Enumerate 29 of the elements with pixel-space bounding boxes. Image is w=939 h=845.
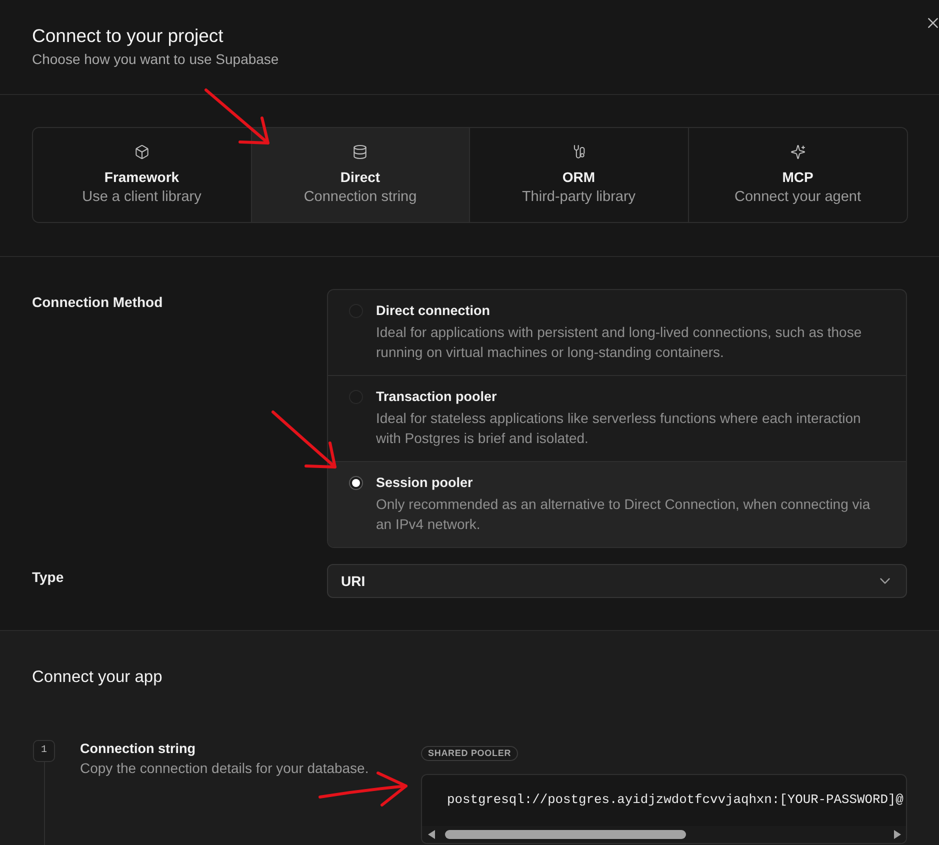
database-icon bbox=[353, 145, 368, 159]
annotation-arrow bbox=[203, 87, 271, 147]
chevron-down-icon[interactable] bbox=[880, 578, 890, 584]
close-icon[interactable] bbox=[928, 18, 938, 28]
scroll-left-icon[interactable] bbox=[428, 830, 435, 839]
radio-option[interactable]: Session pooler Only recommended as an alternative to Direct Connection, when connecting via an IPv4 network. bbox=[328, 461, 906, 547]
scrollbar-thumb[interactable] bbox=[445, 830, 686, 839]
step-number: 1 bbox=[33, 740, 55, 762]
field-label: Connection Method bbox=[32, 294, 163, 310]
dialog-title: Connect to your project bbox=[32, 25, 224, 47]
tab[interactable]: ORM Third-party library bbox=[470, 128, 688, 222]
step-description: Copy the connection details for your database. bbox=[80, 759, 369, 778]
horizontal-scrollbar[interactable] bbox=[422, 826, 906, 843]
field-label: Type bbox=[32, 569, 64, 585]
type-select[interactable]: URI bbox=[327, 564, 907, 598]
dialog-subtitle: Choose how you want to use Supabase bbox=[32, 51, 279, 67]
radio-icon[interactable] bbox=[349, 476, 363, 490]
cube-icon bbox=[134, 145, 149, 159]
sparkles-icon bbox=[790, 145, 805, 159]
section-title: Connect your app bbox=[32, 668, 162, 687]
tab[interactable]: MCP Connect your agent bbox=[688, 128, 907, 222]
radio-option[interactable]: Direct connection Ideal for applications with persistent and long-lived connections, such as those running on virtual machines or long-standing containers. bbox=[328, 290, 906, 375]
tab[interactable]: Direct Connection string bbox=[252, 128, 470, 222]
connector-icon bbox=[572, 145, 586, 159]
step-title: Connection string bbox=[80, 740, 196, 758]
annotation-arrow bbox=[270, 409, 338, 470]
pooler-tag: SHARED POOLER bbox=[421, 746, 518, 761]
connection-string-code: postgresql://postgres.ayidjzwdotfcvvjaqhxn:[YOUR-PASSWORD]@ bbox=[446, 791, 904, 808]
scroll-right-icon[interactable] bbox=[894, 830, 901, 839]
